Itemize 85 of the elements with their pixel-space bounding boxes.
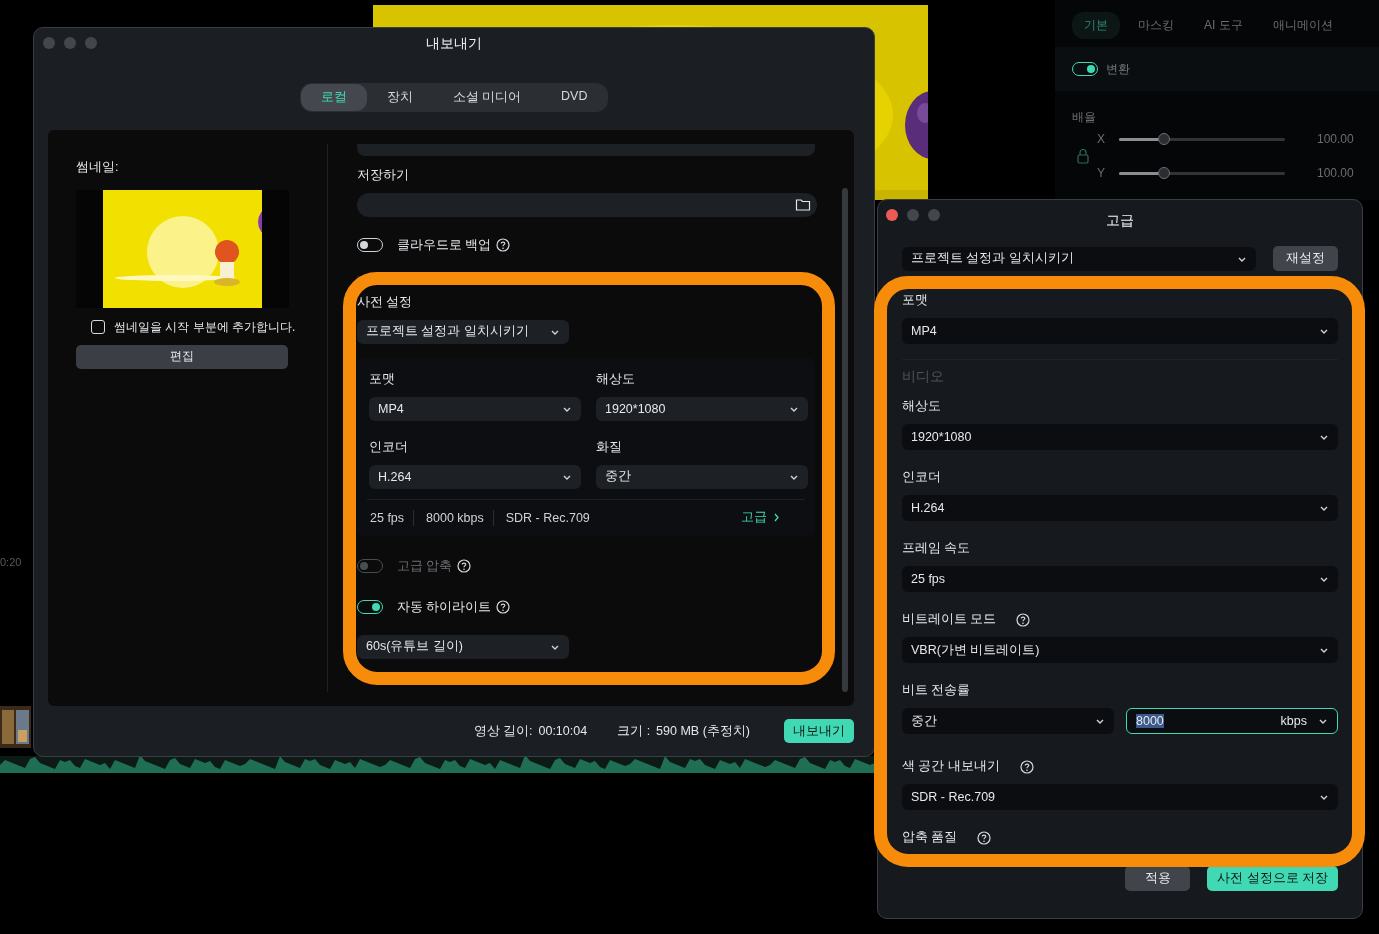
- spec-text: 8000 kbps: [425, 510, 484, 525]
- tab[interactable]: 로컬: [300, 83, 367, 111]
- chevron-down-icon: [1319, 646, 1329, 654]
- dropdown[interactable]: 1920*1080: [596, 396, 808, 421]
- dropdown[interactable]: MP4: [902, 318, 1338, 344]
- field-label: 포맷: [902, 292, 928, 309]
- field-label: 사전 설정: [357, 293, 413, 311]
- path-field[interactable]: [357, 192, 817, 217]
- value-text: 100.00: [1317, 132, 1354, 146]
- lock-icon: [1075, 148, 1091, 164]
- spec-text: 25 fps: [369, 510, 405, 525]
- minimize-button[interactable]: [64, 37, 76, 49]
- folder-icon: [795, 197, 811, 213]
- tab[interactable]: 장치: [366, 83, 433, 111]
- field-label: 썸네일:: [76, 158, 120, 176]
- dropdown[interactable]: 중간: [596, 464, 808, 489]
- timecode: 0:20: [0, 556, 22, 568]
- section-heading: 비디오: [902, 368, 945, 386]
- field-label: 저장하기: [357, 166, 409, 184]
- zoom-button[interactable]: [928, 209, 940, 221]
- section-label: 배율: [1071, 109, 1097, 126]
- field-label: 해상도: [596, 370, 636, 388]
- field-label: 프레임 속도: [902, 540, 971, 557]
- tab[interactable]: 소셜 미디어: [432, 83, 542, 111]
- tab[interactable]: DVD: [541, 83, 608, 111]
- tab[interactable]: AI 도구: [1192, 12, 1255, 39]
- field-label: 비트 전송률: [902, 682, 971, 699]
- size-label: 크기 :: [617, 722, 651, 740]
- chevron-down-icon: [1319, 793, 1329, 801]
- advanced-link[interactable]: 고급: [741, 509, 780, 527]
- dropdown[interactable]: 1920*1080: [902, 424, 1338, 450]
- chevron-down-icon: [1319, 504, 1329, 512]
- window-title: 고급: [1106, 212, 1134, 230]
- dropdown[interactable]: 중간: [902, 708, 1114, 734]
- duration-label: 영상 길이:: [473, 722, 533, 740]
- chevron-down-icon: [1319, 327, 1329, 335]
- scrollbar[interactable]: [842, 187, 848, 693]
- axis-label: X: [1097, 132, 1106, 146]
- edit-button[interactable]: 편집: [76, 344, 288, 369]
- toggle-label: 고급 압축: [397, 557, 453, 575]
- chevron-down-icon: [1319, 433, 1329, 441]
- field-label: 인코더: [902, 469, 941, 486]
- tab[interactable]: 마스킹: [1126, 12, 1186, 39]
- duration-value: 00:10:04: [538, 724, 588, 739]
- toggle-label: 클라우드로 백업: [397, 236, 492, 254]
- save-preset-button[interactable]: 사전 설정으로 저장: [1207, 866, 1338, 891]
- apply-button[interactable]: 적용: [1125, 866, 1191, 891]
- input-field[interactable]: 8000 kbps: [1126, 708, 1338, 734]
- value-text: 100.00: [1317, 166, 1354, 180]
- close-button[interactable]: [886, 209, 898, 221]
- chevron-down-icon: [1319, 575, 1329, 583]
- dropdown[interactable]: MP4: [369, 396, 581, 421]
- spec-text: SDR - Rec.709: [504, 510, 590, 525]
- dropdown[interactable]: H.264: [902, 495, 1338, 521]
- field-label: 포맷: [369, 370, 396, 388]
- checkbox[interactable]: [91, 320, 105, 335]
- dropdown[interactable]: SDR - Rec.709: [902, 784, 1338, 810]
- export-button[interactable]: 내보내기: [784, 719, 854, 744]
- toggle-label: 변환: [1106, 60, 1130, 78]
- chevron-down-icon: [1095, 717, 1105, 725]
- field-label: 해상도: [902, 398, 941, 415]
- reset-button[interactable]: 재설정: [1273, 246, 1338, 271]
- dropdown[interactable]: 프로젝트 설정과 일치시키기: [357, 319, 569, 344]
- text-field[interactable]: [357, 143, 815, 156]
- chevron-right-icon: [773, 513, 780, 523]
- dropdown[interactable]: 60s(유튜브 길이): [357, 634, 569, 659]
- dropdown[interactable]: 25 fps: [902, 566, 1338, 592]
- field-label: 인코더: [369, 438, 409, 456]
- field-label: 색 공간 내보내기: [902, 758, 1000, 775]
- toggle-label: 자동 하이라이트: [397, 598, 492, 616]
- tab[interactable]: 애니메이션: [1260, 12, 1345, 39]
- dropdown[interactable]: H.264: [369, 464, 581, 489]
- minimize-button[interactable]: [907, 209, 919, 221]
- zoom-button[interactable]: [85, 37, 97, 49]
- dropdown[interactable]: VBR(가변 비트레이트): [902, 637, 1338, 663]
- field-label: 압축 품질: [902, 829, 958, 846]
- size-value: 590 MB (추정치): [656, 722, 750, 740]
- tab[interactable]: 기본: [1072, 12, 1120, 39]
- chevron-down-icon: [1318, 717, 1328, 725]
- field-label: 화질: [596, 438, 623, 456]
- window-title: 내보내기: [426, 34, 482, 53]
- dropdown[interactable]: 프로젝트 설정과 일치시키기: [902, 246, 1256, 271]
- axis-label: Y: [1097, 166, 1106, 180]
- field-label: 비트레이트 모드: [902, 611, 997, 628]
- checkbox-label: 썸네일을 시작 부분에 추가합니다.: [114, 318, 296, 336]
